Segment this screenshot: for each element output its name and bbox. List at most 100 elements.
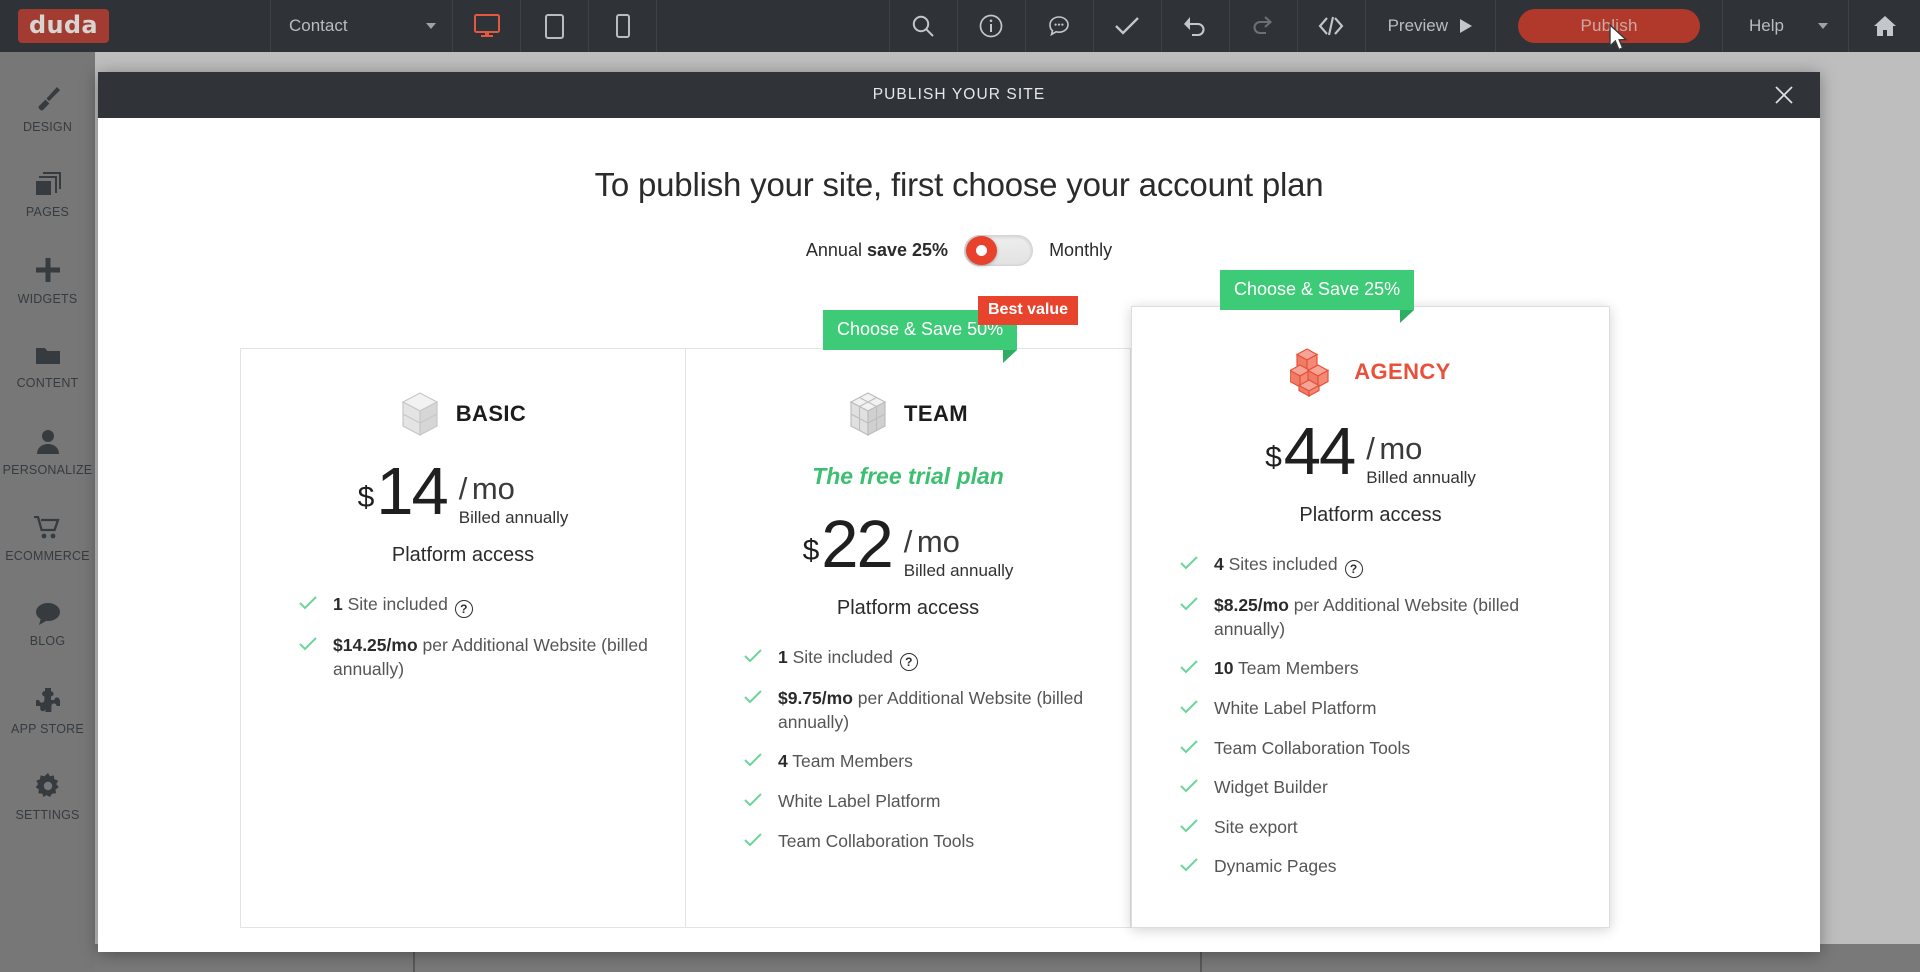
best-value-badge: Best value	[978, 296, 1079, 325]
toggle-knob	[966, 236, 998, 265]
period-separator: /	[1366, 431, 1375, 466]
free-trial-note: The free trial plan	[812, 463, 1004, 489]
feature-strong: $8.25/mo	[1214, 595, 1289, 615]
device-desktop-button[interactable]	[452, 0, 520, 52]
plan-card-agency[interactable]: AGENCY $ 44 / mo Billed annually Platfor…	[1131, 306, 1610, 928]
cube-basic-icon	[400, 391, 440, 437]
feature-text: $14.25/mo per Additional Website (billed…	[333, 634, 661, 681]
code-icon	[1318, 15, 1344, 37]
feature-strong: 4	[778, 751, 788, 772]
modal-title: PUBLISH YOUR SITE	[872, 86, 1046, 103]
device-mobile-button[interactable]	[588, 0, 656, 52]
check-icon	[744, 832, 762, 847]
billed-note: Billed annually	[1366, 468, 1476, 487]
search-button[interactable]	[888, 0, 957, 52]
help-icon[interactable]: ?	[1344, 560, 1363, 578]
check-icon	[1180, 700, 1198, 714]
help-label: Help	[1749, 16, 1784, 35]
preview-label: Preview	[1387, 16, 1449, 35]
feature-text: $8.25/mo per Additional Website (billed …	[1214, 594, 1585, 641]
app-logo[interactable]: duda	[0, 0, 270, 52]
billed-note: Billed annually	[903, 561, 1014, 580]
ribbon-tail	[1003, 350, 1018, 363]
comments-button[interactable]	[1024, 0, 1093, 52]
plan-cards: Choose & Save 50% Best value Choose & Sa…	[98, 270, 1820, 928]
feature-text: Team Collaboration Tools	[778, 830, 975, 851]
plan-price: $ 14 / mo Billed annually	[241, 454, 685, 529]
chevron-down-icon	[1818, 23, 1828, 29]
feature-text: White Label Platform	[1214, 697, 1377, 718]
close-icon[interactable]	[1766, 72, 1802, 118]
duda-logo-text: duda	[18, 9, 109, 43]
modal-header: PUBLISH YOUR SITE	[98, 72, 1820, 118]
billed-note: Billed annually	[458, 508, 569, 527]
modal-body: To publish your site, first choose your …	[98, 118, 1820, 952]
check-icon	[1180, 556, 1198, 570]
tablet-icon	[545, 13, 564, 39]
ribbon-tail	[1400, 310, 1415, 323]
feature-rest: Team Members	[787, 751, 913, 772]
info-button[interactable]	[956, 0, 1025, 52]
list-item: $14.25/mo per Additional Website (billed…	[299, 634, 661, 681]
feature-rest: Site included	[787, 647, 893, 667]
list-item: Team Collaboration Tools	[744, 830, 1106, 854]
price-period-block: / mo Billed annually	[1366, 431, 1476, 488]
publish-modal: PUBLISH YOUR SITE To publish your site, …	[98, 72, 1820, 952]
code-button[interactable]	[1296, 0, 1365, 52]
plan-name: BASIC	[455, 401, 527, 426]
feature-list: 1 Site included? $9.75/mo per Additional…	[686, 646, 1130, 853]
check-icon	[299, 637, 317, 651]
help-menu[interactable]: Help	[1722, 0, 1848, 52]
redo-icon	[1251, 15, 1275, 37]
annual-save-text: save 25%	[866, 240, 949, 260]
help-icon[interactable]: ?	[899, 653, 918, 671]
page-title: To publish your site, first choose your …	[594, 166, 1324, 203]
feature-text: 4 Sites included?	[1214, 553, 1363, 578]
feature-text: Site export	[1214, 816, 1298, 837]
preview-button[interactable]: Preview	[1364, 0, 1495, 52]
feature-list: 4 Sites included? $8.25/mo per Additiona…	[1132, 553, 1609, 879]
billing-cycle-toggle[interactable]	[964, 235, 1034, 266]
list-item: $8.25/mo per Additional Website (billed …	[1180, 594, 1585, 641]
feature-text: White Label Platform	[778, 790, 941, 811]
check-icon	[744, 649, 762, 663]
feature-rest: Sites included	[1223, 554, 1338, 574]
page-selector[interactable]: Contact	[270, 0, 452, 52]
price-amount: 14	[376, 454, 449, 529]
feature-text: Dynamic Pages	[1214, 856, 1337, 877]
choose-save-agency-ribbon[interactable]: Choose & Save 25%	[1220, 270, 1415, 323]
plan-price: $ 44 / mo Billed annually	[1132, 414, 1609, 489]
search-icon	[911, 14, 935, 38]
comment-icon	[1047, 14, 1071, 38]
redo-button[interactable]	[1228, 0, 1297, 52]
check-icon	[744, 690, 762, 704]
help-icon[interactable]: ?	[454, 600, 473, 618]
feature-strong: $14.25/mo	[333, 635, 418, 655]
billing-annual-label: Annual save 25%	[806, 240, 948, 261]
home-icon	[1873, 15, 1897, 37]
period-unit: mo	[916, 524, 960, 559]
feature-strong: $9.75/mo	[778, 688, 853, 708]
check-icon	[1180, 858, 1198, 872]
play-icon	[1459, 18, 1473, 34]
chevron-down-icon	[426, 23, 436, 29]
publish-check-button[interactable]	[1092, 0, 1161, 52]
device-tablet-button[interactable]	[520, 0, 588, 52]
price-amount: 44	[1283, 414, 1357, 489]
feature-rest: Team Members	[1233, 658, 1359, 679]
price-amount: 22	[821, 507, 894, 582]
home-button[interactable]	[1848, 0, 1920, 52]
plan-card-basic[interactable]: BASIC $ 14 / mo Billed annually Platform…	[240, 348, 685, 928]
annual-text: Annual	[805, 240, 862, 260]
check-icon	[744, 793, 762, 807]
list-item: Dynamic Pages	[1180, 855, 1585, 879]
plan-header: TEAM	[686, 391, 1130, 437]
plan-card-team[interactable]: TEAM The free trial plan $ 22 / mo Bille…	[685, 348, 1131, 928]
plan-header: BASIC	[241, 391, 685, 437]
period-separator: /	[903, 524, 913, 559]
plan-header: AGENCY	[1132, 347, 1609, 397]
undo-button[interactable]	[1160, 0, 1229, 52]
feature-text: 10 Team Members	[1214, 657, 1359, 681]
billing-monthly-label[interactable]: Monthly	[1049, 240, 1112, 261]
feature-strong: 1	[333, 594, 343, 614]
